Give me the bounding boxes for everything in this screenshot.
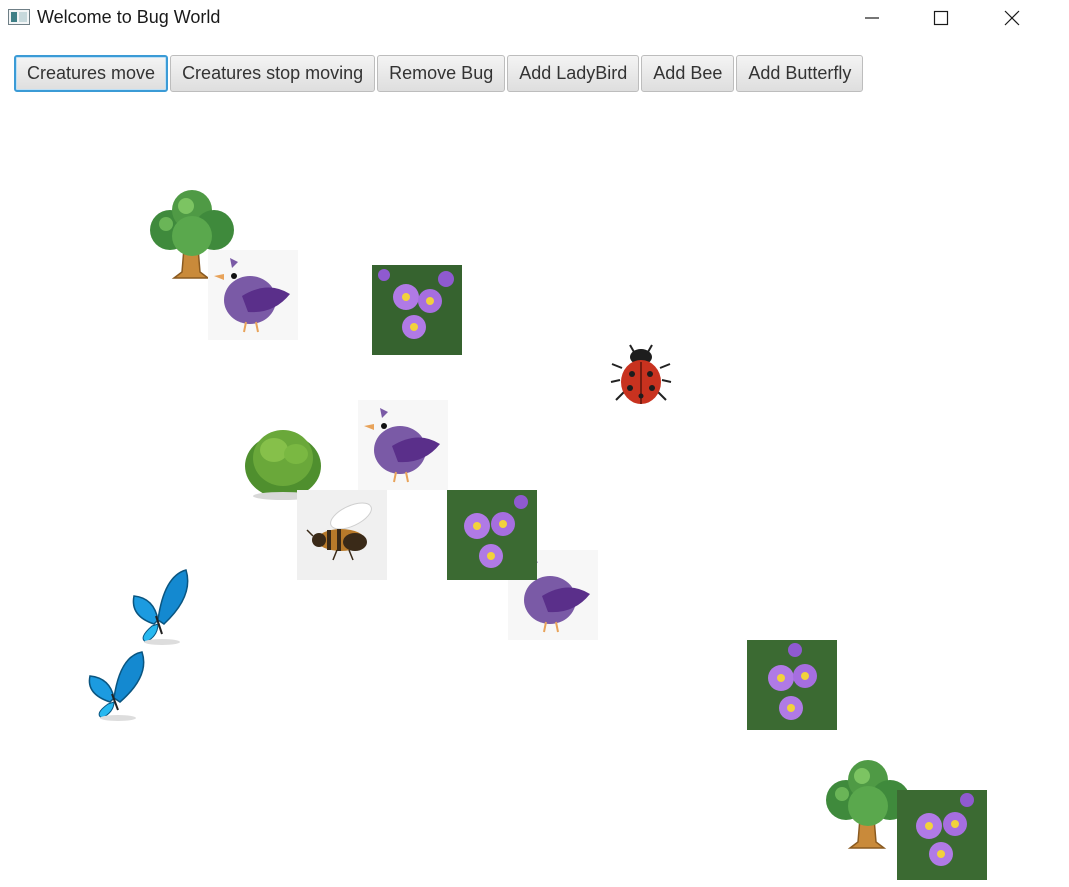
- maximize-button[interactable]: [918, 0, 964, 36]
- maximize-icon: [933, 10, 949, 26]
- bird-sprite: [208, 250, 298, 340]
- butterfly-sprite: [132, 569, 189, 645]
- minimize-icon: [865, 17, 879, 19]
- app-icon: [8, 9, 30, 25]
- flowers-sprite: [897, 790, 987, 880]
- creatures-move-button[interactable]: Creatures move: [14, 55, 169, 92]
- butterfly-sprite: [88, 651, 145, 721]
- flowers-sprite: [372, 265, 462, 355]
- window-title: Welcome to Bug World: [37, 7, 221, 27]
- bee-sprite: [297, 490, 387, 580]
- close-button[interactable]: [989, 0, 1035, 36]
- bird-sprite: [358, 400, 448, 490]
- bug-world-canvas[interactable]: [0, 100, 1069, 887]
- close-icon: [1004, 10, 1020, 26]
- title-bar: Welcome to Bug World: [0, 0, 1069, 36]
- add-butterfly-button[interactable]: Add Butterfly: [736, 55, 864, 92]
- flowers-sprite: [447, 490, 537, 580]
- add-ladybird-button[interactable]: Add LadyBird: [507, 55, 640, 92]
- remove-bug-button[interactable]: Remove Bug: [377, 55, 506, 92]
- add-bee-button[interactable]: Add Bee: [641, 55, 735, 92]
- creatures-stop-moving-button[interactable]: Creatures stop moving: [170, 55, 376, 92]
- toolbar: Creatures move Creatures stop moving Rem…: [14, 55, 864, 94]
- minimize-button[interactable]: [849, 0, 895, 36]
- ladybird-sprite: [610, 344, 672, 404]
- flowers-sprite: [747, 640, 837, 730]
